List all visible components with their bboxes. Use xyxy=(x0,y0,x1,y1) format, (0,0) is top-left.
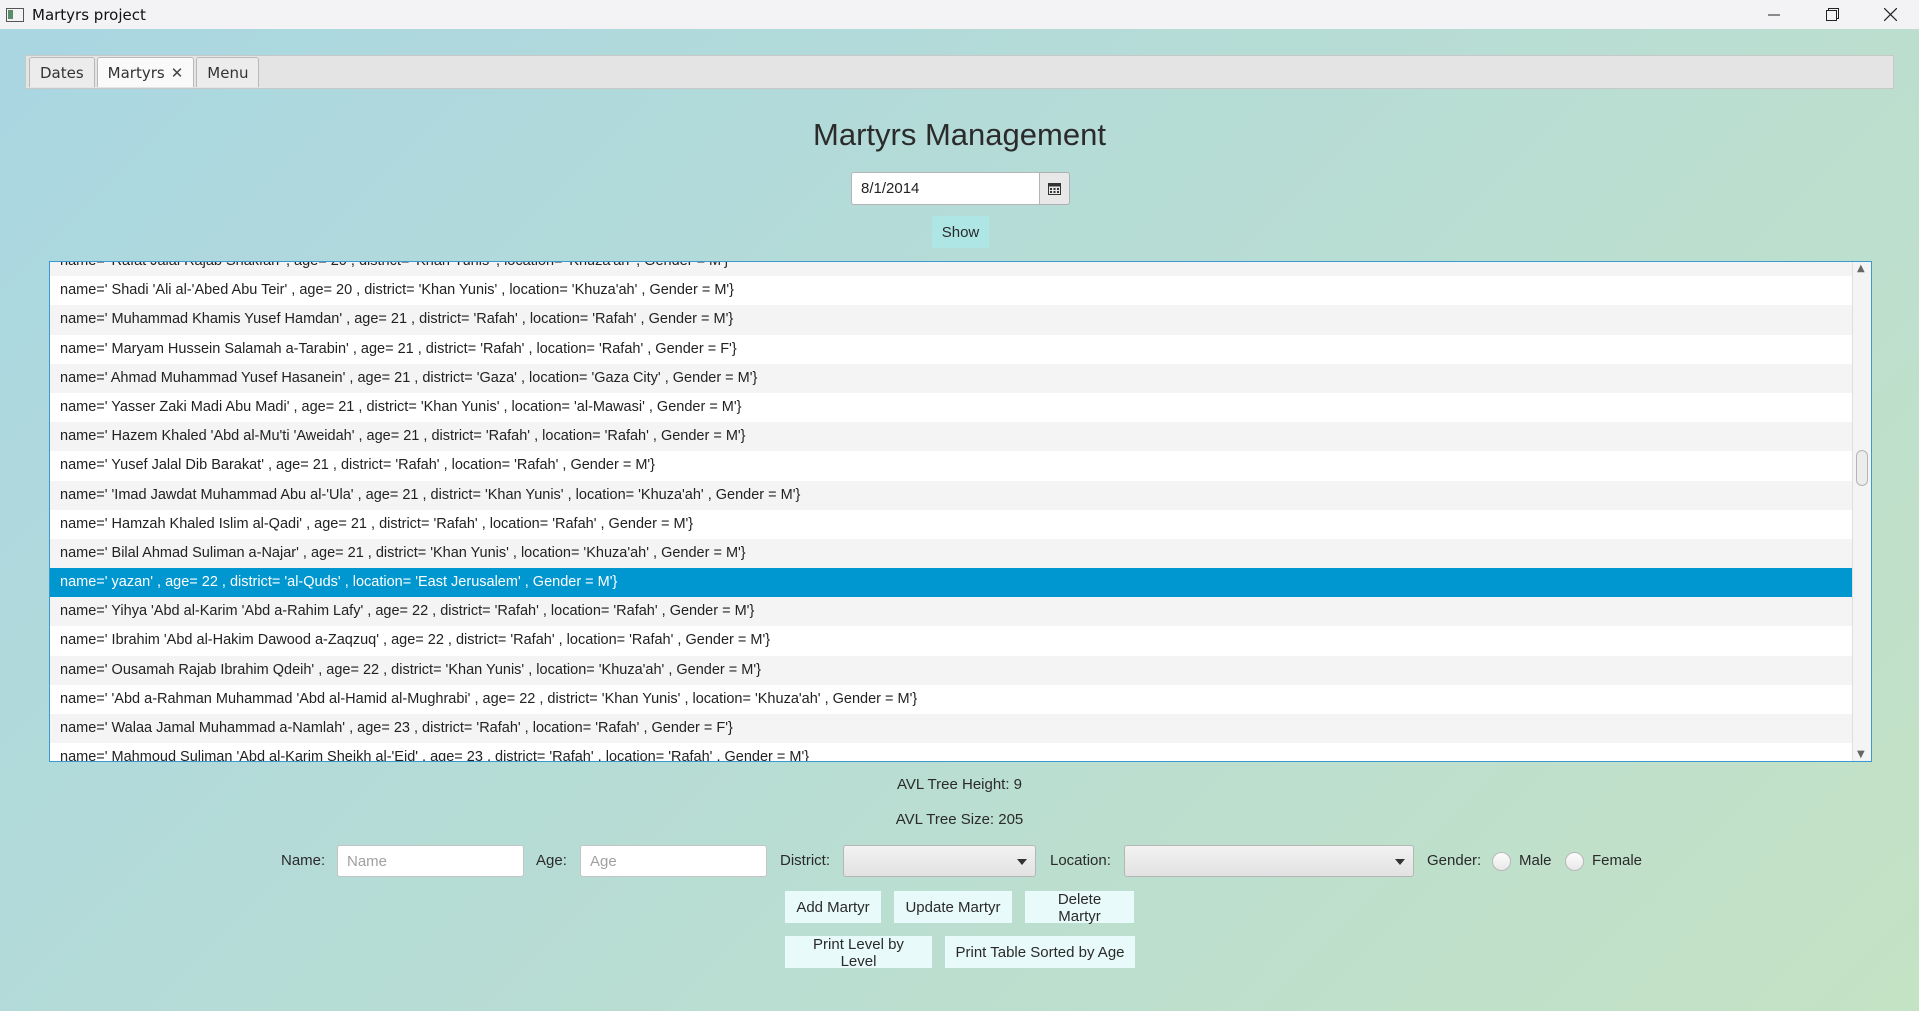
district-select[interactable] xyxy=(843,845,1036,877)
list-item[interactable]: name=' Rafat Jalal Rajab Shakfah' , age=… xyxy=(50,262,1852,277)
restore-icon xyxy=(1825,8,1839,21)
list-item[interactable]: name=' Ousamah Rajab Ibrahim Qdeih' , ag… xyxy=(50,655,1852,685)
print-table-button[interactable]: Print Table Sorted by Age xyxy=(945,936,1135,968)
date-input[interactable] xyxy=(851,172,1040,205)
delete-martyr-button[interactable]: Delete Martyr xyxy=(1025,891,1134,925)
tab-martyrs[interactable]: Martyrs ✕ xyxy=(96,57,195,87)
list-item[interactable]: name=' Yusef Jalal Dib Barakat' , age= 2… xyxy=(50,451,1852,481)
list-item[interactable]: name=' Muhammad Khamis Yusef Hamdan' , a… xyxy=(50,305,1852,335)
page-title: Martyrs Management xyxy=(813,117,1106,152)
close-icon xyxy=(1883,8,1897,21)
tab-dates[interactable]: Dates xyxy=(29,57,95,87)
list-item-selected[interactable]: name=' yazan' , age= 22 , district= 'al-… xyxy=(50,568,1852,598)
print-level-button[interactable]: Print Level by Level xyxy=(785,936,932,970)
calendar-button[interactable] xyxy=(1040,172,1070,205)
martyr-form: Name: Age: District: Location: Gender: M… xyxy=(0,845,1919,878)
name-label: Name: xyxy=(281,852,326,869)
list-item[interactable]: name=' Hazem Khaled 'Abd al-Mu'ti 'Aweid… xyxy=(50,422,1852,452)
list-item[interactable]: name=' Maryam Hussein Salamah a-Tarabin'… xyxy=(50,334,1852,364)
list-item[interactable]: name=' Hamzah Khaled Islim al-Qadi' , ag… xyxy=(50,509,1852,539)
location-label: Location: xyxy=(1050,852,1111,869)
list-item[interactable]: name=' Yasser Zaki Madi Abu Madi' , age=… xyxy=(50,392,1852,423)
avl-height-label: AVL Tree Height: 9 xyxy=(896,776,1023,793)
gender-label: Gender: xyxy=(1427,852,1482,869)
scroll-down-icon[interactable]: ▼ xyxy=(1857,749,1865,760)
minimize-button[interactable] xyxy=(1745,0,1803,29)
show-button[interactable]: Show xyxy=(932,216,989,248)
tab-close-icon[interactable]: ✕ xyxy=(171,64,184,82)
date-picker xyxy=(851,172,1070,205)
tab-menu[interactable]: Menu xyxy=(196,57,260,87)
district-label: District: xyxy=(780,852,830,869)
male-radio[interactable] xyxy=(1492,852,1511,871)
tab-label: Martyrs xyxy=(107,63,165,82)
name-input[interactable] xyxy=(337,845,524,877)
tab-label: Dates xyxy=(40,63,84,82)
female-label: Female xyxy=(1592,852,1643,869)
tab-bar: Dates Martyrs ✕ Menu xyxy=(25,55,1894,89)
calendar-icon xyxy=(1048,182,1061,195)
list-rows: name=' Rafat Jalal Rajab Shakfah' , age=… xyxy=(50,262,1852,761)
list-item[interactable]: name=' 'Abd a-Rahman Muhammad 'Abd al-Ha… xyxy=(50,684,1852,714)
list-item[interactable]: name=' Yihya 'Abd al-Karim 'Abd a-Rahim … xyxy=(50,597,1852,627)
list-item[interactable]: name=' Ibrahim 'Abd al-Hakim Dawood a-Za… xyxy=(50,626,1852,656)
female-radio[interactable] xyxy=(1565,852,1584,871)
age-input[interactable] xyxy=(580,845,767,877)
list-item[interactable]: name=' 'Imad Jawdat Muhammad Abu al-'Ula… xyxy=(50,480,1852,510)
avl-size-label: AVL Tree Size: 205 xyxy=(895,811,1024,828)
list-item[interactable]: name=' Shadi 'Ali al-'Abed Abu Teir' , a… xyxy=(50,276,1852,306)
location-select[interactable] xyxy=(1124,845,1414,877)
add-martyr-button[interactable]: Add Martyr xyxy=(785,891,881,923)
window-title: Martyrs project xyxy=(32,5,146,24)
update-martyr-button[interactable]: Update Martyr xyxy=(894,891,1012,923)
list-item[interactable]: name=' Mahmoud Suliman 'Abd al-Karim She… xyxy=(50,743,1852,761)
list-item[interactable]: name=' Walaa Jamal Muhammad a-Namlah' , … xyxy=(50,714,1852,744)
app-icon xyxy=(6,7,24,22)
window-controls xyxy=(1745,0,1919,29)
martyrs-list[interactable]: name=' Rafat Jalal Rajab Shakfah' , age=… xyxy=(49,261,1872,762)
title-bar: Martyrs project xyxy=(0,0,1919,29)
restore-button[interactable] xyxy=(1803,0,1861,29)
scroll-up-icon[interactable]: ▲ xyxy=(1857,263,1865,274)
list-item[interactable]: name=' Bilal Ahmad Suliman a-Najar' , ag… xyxy=(50,538,1852,569)
vertical-scrollbar[interactable]: ▲ ▼ xyxy=(1852,262,1871,761)
age-label: Age: xyxy=(536,852,567,869)
close-window-button[interactable] xyxy=(1861,0,1919,29)
list-item[interactable]: name=' Ahmad Muhammad Yusef Hasanein' , … xyxy=(50,363,1852,393)
minimize-icon xyxy=(1768,14,1780,15)
scroll-thumb[interactable] xyxy=(1856,450,1868,486)
male-label: Male xyxy=(1519,852,1552,869)
chevron-down-icon xyxy=(1395,859,1405,865)
tab-label: Menu xyxy=(207,63,249,82)
chevron-down-icon xyxy=(1017,859,1027,865)
